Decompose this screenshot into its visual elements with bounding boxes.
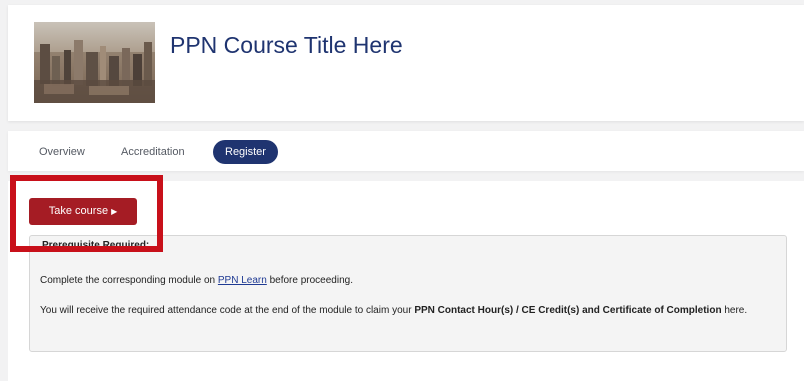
tab-accreditation[interactable]: Accreditation <box>121 146 185 158</box>
attendance-text-start: You will receive the required attendance… <box>40 305 415 316</box>
take-course-label: Take course <box>48 205 109 217</box>
caret-right-icon: ▶ <box>111 207 118 216</box>
prerequisite-notice: Prerequisite Required: Complete the corr… <box>29 235 787 352</box>
attendance-text-end: here. <box>721 305 748 316</box>
city-image <box>34 22 155 103</box>
tab-overview[interactable]: Overview <box>39 146 85 158</box>
instruction-text-start: Complete the corresponding module on <box>40 275 218 286</box>
credit-types-text: PPN Contact Hour(s) / CE Credit(s) and C… <box>414 305 722 316</box>
ppn-learn-link[interactable]: PPN Learn <box>218 275 267 286</box>
page: PPN Course Title Here Overview Accredita… <box>0 0 804 381</box>
course-title: PPN Course Title Here <box>170 32 403 58</box>
course-thumbnail <box>34 22 155 103</box>
tab-register[interactable]: Register <box>213 140 278 164</box>
prerequisite-attendance-note: You will receive the required attendance… <box>40 303 776 318</box>
prerequisite-instruction: Complete the corresponding module on PPN… <box>40 275 353 286</box>
instruction-text-end: before proceeding. <box>266 275 353 286</box>
course-header: PPN Course Title Here <box>8 5 804 121</box>
prerequisite-heading: Prerequisite Required: <box>42 240 150 251</box>
take-course-button[interactable]: Take course ▶ <box>29 198 137 225</box>
tab-bar: Overview Accreditation Register <box>8 131 804 171</box>
